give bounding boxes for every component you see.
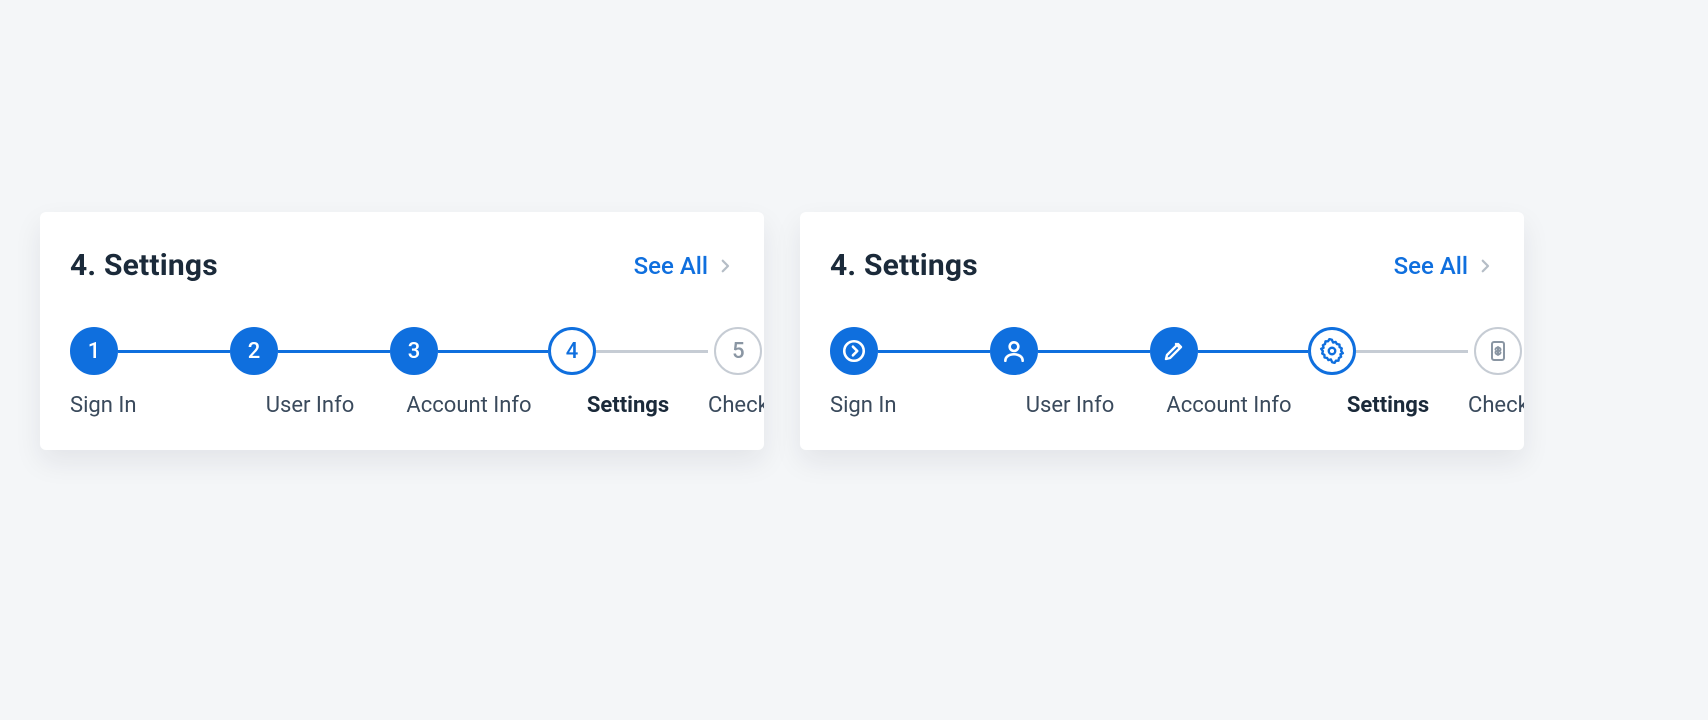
step-label: Check — [708, 393, 764, 418]
pencil-icon — [1150, 327, 1198, 375]
user-icon — [990, 327, 1038, 375]
step-connector — [118, 350, 230, 353]
step-settings[interactable]: Settings — [1308, 327, 1468, 418]
see-all-label: See All — [634, 252, 708, 280]
card-title: 4. Settings — [70, 248, 218, 283]
canvas: 4. Settings See All 1 Sign In 2 — [0, 0, 1708, 720]
step-account-info[interactable]: Account Info — [1150, 327, 1308, 418]
step-label: Settings — [587, 393, 669, 418]
step-label: User Info — [266, 393, 355, 418]
stepper-card-numbers: 4. Settings See All 1 Sign In 2 — [40, 212, 764, 450]
step-connector — [596, 350, 708, 353]
step-connector — [1356, 350, 1468, 353]
step-check[interactable]: Check — [1468, 327, 1524, 418]
chevron-right-icon — [1476, 257, 1494, 275]
step-label: Account Info — [1166, 393, 1291, 418]
step-badge: 1 — [70, 327, 118, 375]
card-header: 4. Settings See All — [830, 248, 1494, 283]
step-label: Sign In — [830, 393, 897, 418]
chevron-right-icon — [716, 257, 734, 275]
step-label: Account Info — [406, 393, 531, 418]
stepper-track: Sign In User Info Account — [830, 327, 1494, 418]
step-settings[interactable]: 4 Settings — [548, 327, 708, 418]
step-sign-in[interactable]: Sign In — [830, 327, 990, 418]
step-label: Check — [1468, 393, 1524, 418]
step-connector — [278, 350, 390, 353]
arrow-circle-right-icon — [830, 327, 878, 375]
step-badge: 4 — [548, 327, 596, 375]
see-all-link[interactable]: See All — [634, 252, 734, 280]
step-account-info[interactable]: 3 Account Info — [390, 327, 548, 418]
gear-icon — [1308, 327, 1356, 375]
step-badge: 2 — [230, 327, 278, 375]
step-label: Sign In — [70, 393, 137, 418]
step-sign-in[interactable]: 1 Sign In — [70, 327, 230, 418]
step-badge: 5 — [714, 327, 762, 375]
step-badge: 3 — [390, 327, 438, 375]
stepper-track: 1 Sign In 2 User Info 3 Account Info — [70, 327, 734, 418]
stepper-card-icons: 4. Settings See All Sign In — [800, 212, 1524, 450]
step-label: User Info — [1026, 393, 1115, 418]
card-title: 4. Settings — [830, 248, 978, 283]
step-connector — [1038, 350, 1150, 353]
step-user-info[interactable]: User Info — [990, 327, 1150, 418]
card-header: 4. Settings See All — [70, 248, 734, 283]
see-all-label: See All — [1394, 252, 1468, 280]
see-all-link[interactable]: See All — [1394, 252, 1494, 280]
step-user-info[interactable]: 2 User Info — [230, 327, 390, 418]
step-connector — [438, 350, 548, 353]
step-connector — [878, 350, 990, 353]
step-label: Settings — [1347, 393, 1429, 418]
step-check[interactable]: 5 Check — [708, 327, 764, 418]
step-connector — [1198, 350, 1308, 353]
receipt-icon — [1474, 327, 1522, 375]
